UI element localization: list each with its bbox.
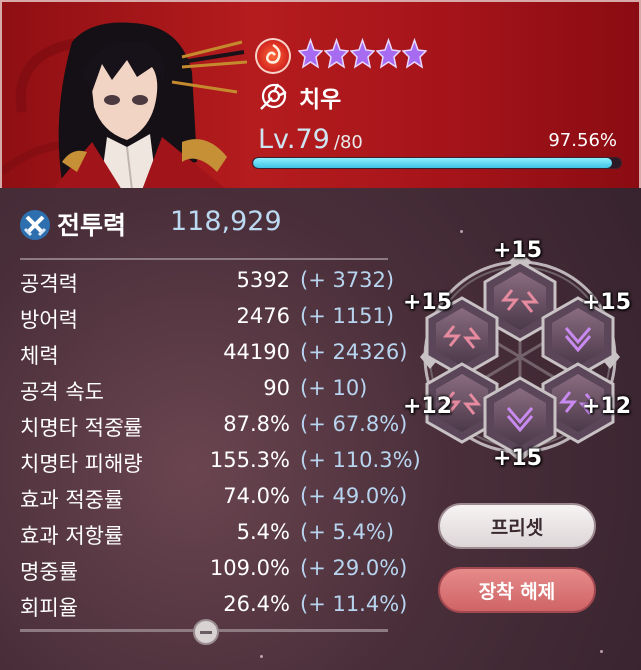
stat-name: 체력: [20, 344, 59, 368]
stat-bonus: (+ 10): [300, 376, 368, 400]
sparkle-decoration: [600, 650, 603, 653]
target-class-icon: [260, 83, 287, 110]
stat-value: 109.0%: [209, 556, 290, 580]
rune-level-top: +15: [493, 238, 543, 263]
rune-level-upper-right: +15: [582, 290, 632, 315]
stat-row: 공격 속도 90 (+ 10): [0, 376, 430, 410]
stat-row: 명중률 109.0% (+ 29.0%): [0, 556, 430, 590]
level-label: Lv.79: [258, 124, 330, 155]
level-max: /80: [333, 132, 363, 153]
rune-level-bottom: +15: [493, 446, 543, 471]
stat-value: 26.4%: [223, 592, 290, 616]
star-icon: [402, 37, 427, 69]
stat-bonus: (+ 11.4%): [300, 592, 408, 616]
stat-bonus: (+ 29.0%): [300, 556, 408, 580]
stat-name: 효과 적중률: [20, 488, 124, 512]
character-header: 치우 Lv.79 /80 97.56%: [0, 0, 641, 188]
unequip-button[interactable]: 장착 해제: [438, 567, 596, 613]
stat-value: 2476: [236, 304, 290, 328]
stat-row: 체력 44190 (+ 24326): [0, 340, 430, 374]
divider: [20, 258, 388, 260]
stat-bonus: (+ 3732): [300, 268, 395, 292]
stat-name: 명중률: [20, 560, 78, 584]
stat-name: 회피율: [20, 596, 78, 620]
stat-row: 공격력 5392 (+ 3732): [0, 268, 430, 302]
exp-percent: 97.56%: [548, 130, 617, 151]
star-icon: [324, 37, 349, 69]
stat-name: 공격 속도: [20, 380, 104, 404]
stat-row: 방어력 2476 (+ 1151): [0, 304, 430, 338]
sparkle-decoration: [48, 540, 51, 543]
star-icon: [350, 37, 375, 69]
combat-power-value: 118,929: [170, 206, 282, 237]
stat-value: 44190: [223, 340, 290, 364]
stat-name: 방어력: [20, 308, 78, 332]
stat-bonus: (+ 24326): [300, 340, 408, 364]
star-icon: [298, 37, 323, 69]
stat-value: 74.0%: [223, 484, 290, 508]
combat-power-label: 전투력: [57, 211, 127, 240]
scroll-knob[interactable]: [193, 619, 219, 645]
stat-value: 5.4%: [236, 520, 290, 544]
character-name: 치우: [299, 87, 342, 113]
stat-name: 치명타 적중률: [20, 416, 143, 440]
stat-bonus: (+ 1151): [300, 304, 395, 328]
stat-value: 87.8%: [223, 412, 290, 436]
level-display: Lv.79 /80: [258, 124, 363, 155]
stat-row: 효과 저항률 5.4% (+ 5.4%): [0, 520, 430, 554]
exp-bar: [252, 157, 622, 169]
stat-bonus: (+ 49.0%): [300, 484, 408, 508]
stat-bonus: (+ 5.4%): [300, 520, 395, 544]
stat-name: 효과 저항률: [20, 524, 124, 548]
sparkle-decoration: [260, 655, 263, 658]
preset-button[interactable]: 프리셋: [438, 503, 596, 549]
stat-value: 155.3%: [209, 448, 290, 472]
stat-bonus: (+ 67.8%): [300, 412, 408, 436]
rune-level-lower-right: +12: [582, 394, 632, 419]
stat-row: 회피율 26.4% (+ 11.4%): [0, 592, 430, 626]
stat-name: 치명타 피해량: [20, 452, 143, 476]
star-rating: [298, 36, 427, 74]
sparkle-decoration: [120, 420, 123, 423]
stat-row: 효과 적중률 74.0% (+ 49.0%): [0, 484, 430, 518]
character-portrait: [53, 22, 247, 188]
fire-element-icon: [255, 38, 291, 74]
stat-value: 90: [263, 376, 290, 400]
rune-slots-map: [420, 252, 620, 462]
rune-level-lower-left: +12: [403, 394, 453, 419]
combat-power-icon: [20, 210, 50, 240]
stat-row: 치명타 피해량 155.3% (+ 110.3%): [0, 448, 430, 482]
stat-value: 5392: [236, 268, 290, 292]
exp-bar-fill: [253, 158, 613, 168]
rune-level-upper-left: +15: [403, 290, 453, 315]
sparkle-decoration: [460, 230, 463, 233]
stat-row: 치명타 적중률 87.8% (+ 67.8%): [0, 412, 430, 446]
stat-name: 공격력: [20, 272, 78, 296]
star-icon: [376, 37, 401, 69]
